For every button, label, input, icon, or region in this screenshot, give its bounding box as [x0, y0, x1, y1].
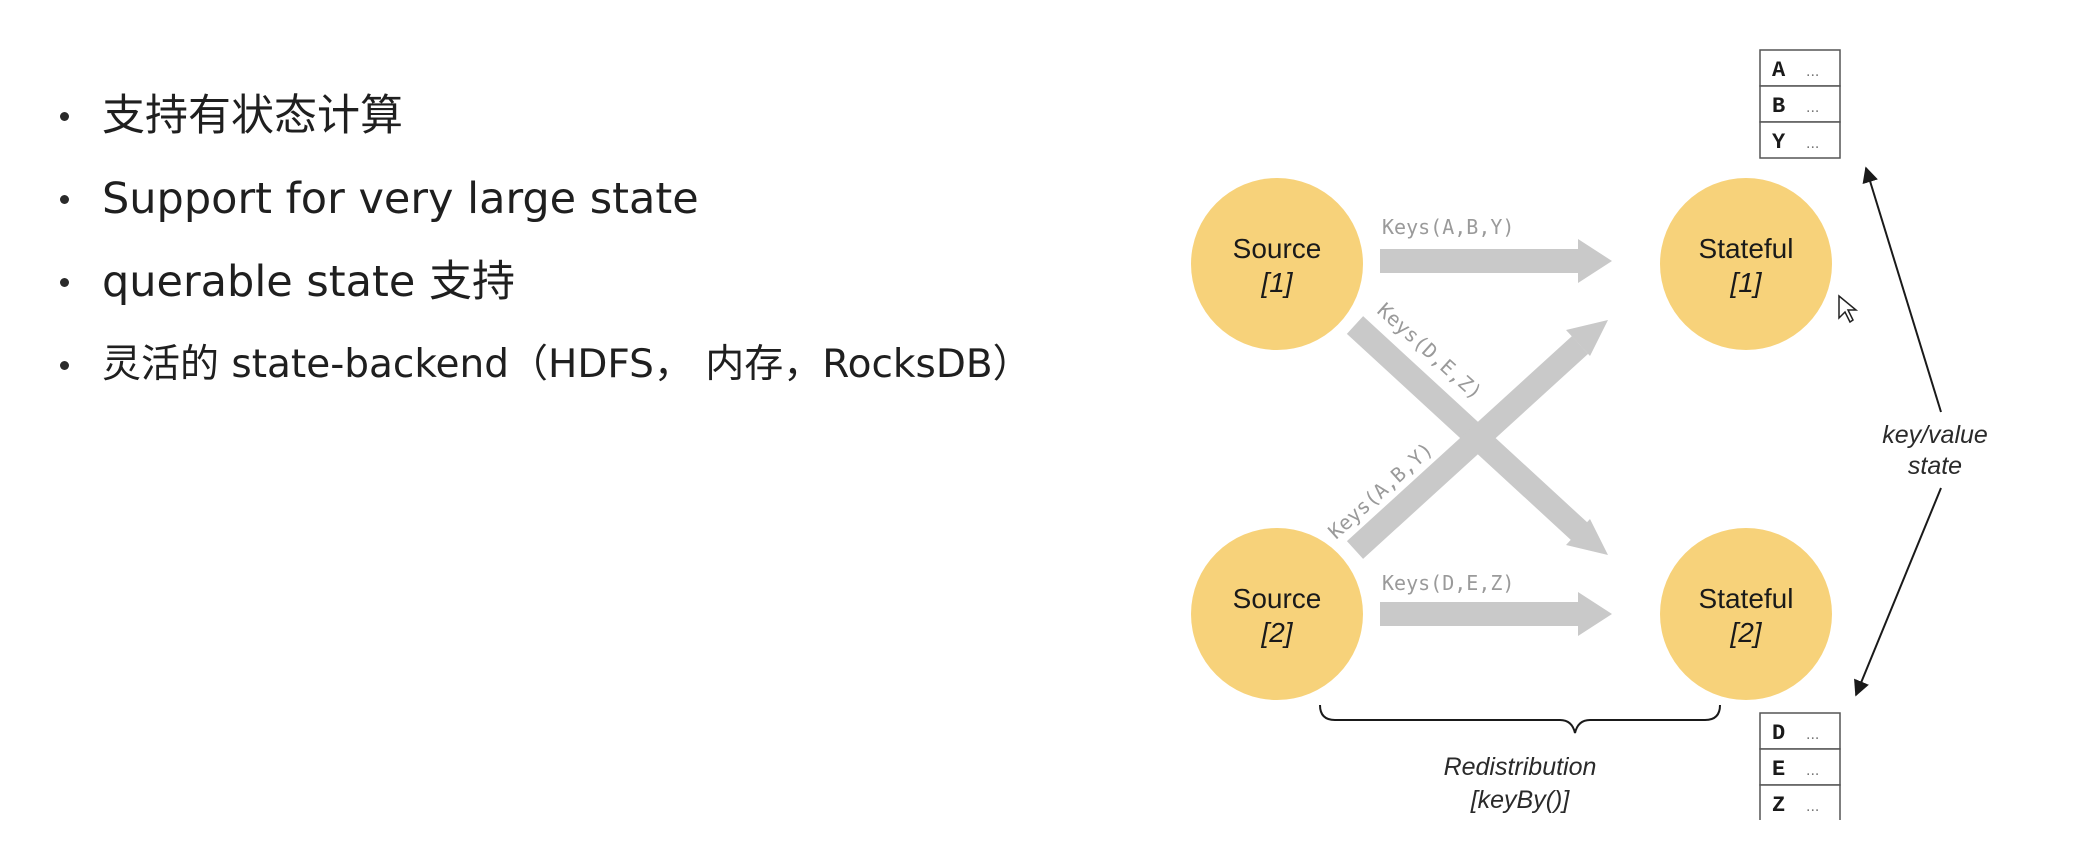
bullet-dot-icon — [60, 361, 69, 370]
redistribution-brace: Redistribution [keyBy()] — [1319, 704, 1721, 814]
brace-note: [keyBy()] — [1470, 786, 1571, 814]
node-name: Source — [1233, 233, 1322, 264]
feature-item: querable state 支持 — [54, 246, 1032, 329]
node-name: Stateful — [1699, 233, 1794, 264]
state-key: E — [1772, 757, 1785, 782]
brace-note: Redistribution — [1444, 753, 1597, 781]
bullet-dot-icon — [60, 195, 69, 204]
feature-text: Support for very large state — [102, 174, 699, 224]
node-source-1: Source [1] — [1191, 178, 1363, 350]
node-index: [1] — [1729, 267, 1762, 298]
edge-label: Keys(D,E,Z) — [1382, 571, 1514, 595]
feature-item: Support for very large state — [54, 163, 1032, 246]
side-note: state — [1908, 452, 1962, 480]
edge-label: Keys(A,B,Y) — [1382, 215, 1514, 239]
node-stateful-1: Stateful [1] — [1660, 178, 1832, 350]
feature-item: 灵活的 state-backend（HDFS， 内存，RocksDB） — [54, 329, 1032, 412]
arrow-source2-to-stateful2 — [1380, 592, 1612, 636]
mouse-cursor-icon — [1838, 294, 1859, 324]
arrow-source1-to-stateful1 — [1380, 239, 1612, 283]
state-value: ... — [1806, 798, 1819, 815]
state-value: ... — [1806, 135, 1819, 152]
state-value: ... — [1806, 726, 1819, 743]
node-stateful-2: Stateful [2] — [1660, 528, 1832, 700]
state-key: Z — [1772, 793, 1785, 818]
feature-text: 灵活的 state-backend（HDFS， 内存，RocksDB） — [102, 342, 1032, 387]
key-value-state-indicator: key/value state — [1854, 166, 1988, 697]
feature-item: 支持有状态计算 — [54, 80, 1032, 163]
node-index: [2] — [1729, 617, 1762, 648]
state-value: ... — [1806, 762, 1819, 779]
state-value: ... — [1806, 99, 1819, 116]
state-table-bottom: D ... E ... Z ... — [1759, 712, 1841, 820]
feature-text: querable state 支持 — [102, 257, 515, 307]
keyed-state-diagram: Keys(A,B,Y) Keys(D,E,Z) Keys(D,E,Z) Keys… — [1191, 49, 1988, 820]
feature-text: 支持有状态计算 — [102, 91, 403, 141]
node-index: [2] — [1260, 617, 1293, 648]
feature-list: 支持有状态计算 Support for very large state que… — [54, 80, 1032, 412]
state-table-top: A ... B ... Y ... — [1759, 49, 1841, 159]
state-key: Y — [1772, 130, 1786, 155]
node-source-2: Source [2] — [1191, 528, 1363, 700]
node-index: [1] — [1260, 267, 1293, 298]
side-note: key/value — [1882, 421, 1988, 449]
node-name: Source — [1233, 583, 1322, 614]
node-name: Stateful — [1699, 583, 1794, 614]
state-key: B — [1772, 94, 1785, 119]
bullet-dot-icon — [60, 278, 69, 287]
state-value: ... — [1806, 63, 1819, 80]
state-key: A — [1772, 58, 1786, 83]
bullet-dot-icon — [60, 112, 69, 121]
state-key: D — [1772, 721, 1785, 746]
